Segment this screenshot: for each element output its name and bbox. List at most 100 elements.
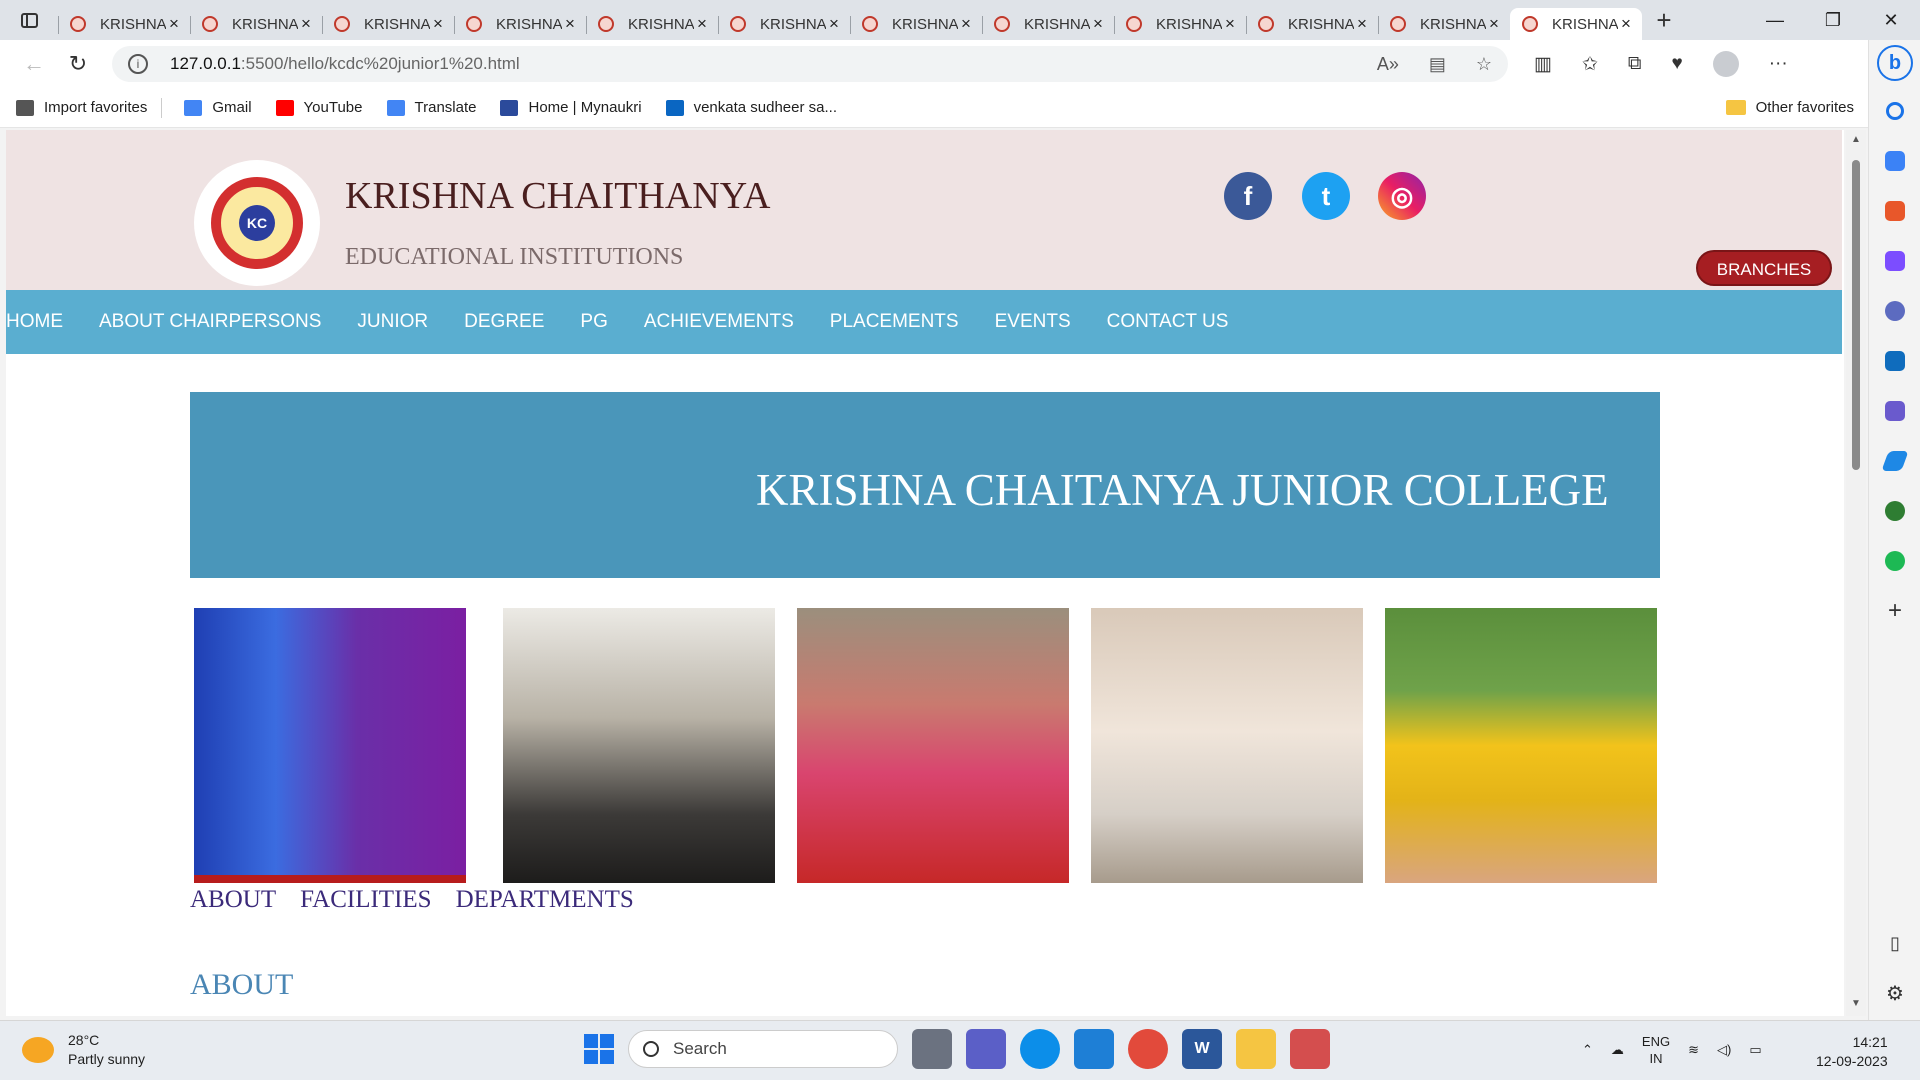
battery-icon[interactable]: ▭ [1749,1042,1761,1058]
browser-essentials-icon[interactable]: ♥ [1671,53,1682,75]
bookmark-item[interactable]: Import favorites [16,99,147,116]
start-windows-icon[interactable] [584,1034,614,1064]
site-info-icon[interactable]: i [128,54,148,74]
close-tab-icon[interactable]: × [430,14,446,34]
restore-icon[interactable]: ❐ [1804,10,1862,31]
facebook-icon[interactable]: f [1224,172,1272,220]
taskbar-search[interactable]: Search [628,1030,898,1068]
nav-link-about-chairpersons[interactable]: ABOUT CHAIRPERSONS [99,311,321,333]
language-indicator[interactable]: ENG IN [1642,1033,1670,1067]
browser-tab[interactable]: KRISHNA × [586,8,718,40]
bookmark-item[interactable]: Gmail [184,99,252,116]
close-window-icon[interactable]: ✕ [1862,10,1920,31]
nav-link-placements[interactable]: PLACEMENTS [830,311,959,333]
profile-avatar[interactable] [1712,51,1739,77]
copilot-icon[interactable]: b [1869,40,1920,86]
browser-tab[interactable]: KRISHNA × [1510,8,1642,40]
favorite-star-icon[interactable]: ☆ [1476,54,1492,75]
close-tab-icon[interactable]: × [298,14,314,34]
games-icon[interactable] [1869,236,1920,286]
close-tab-icon[interactable]: × [1354,14,1370,34]
tab-actions-icon[interactable] [0,0,58,40]
browser-tab[interactable]: KRISHNA × [982,8,1114,40]
browser-tab[interactable]: KRISHNA × [1114,8,1246,40]
close-tab-icon[interactable]: × [562,14,578,34]
browser-tab[interactable]: KRISHNA × [58,8,190,40]
nav-link-junior[interactable]: JUNIOR [357,311,428,333]
close-tab-icon[interactable]: × [1618,14,1634,34]
branches-button[interactable]: BRANCHES [1696,250,1832,286]
vscode-icon[interactable] [1074,1029,1114,1069]
word-icon[interactable]: W [1182,1029,1222,1069]
chrome-icon[interactable] [1128,1029,1168,1069]
teams-chat-icon[interactable] [966,1029,1006,1069]
file-explorer-icon[interactable] [1236,1029,1276,1069]
tools-briefcase-icon[interactable] [1869,186,1920,236]
nav-link-contact-us[interactable]: CONTACT US [1107,311,1229,333]
weather-widget[interactable]: 28°C Partly sunny [22,1031,145,1069]
more-menu-icon[interactable]: ··· [1769,53,1788,75]
browser-tab[interactable]: KRISHNA × [190,8,322,40]
nav-link-events[interactable]: EVENTS [995,311,1071,333]
close-tab-icon[interactable]: × [694,14,710,34]
taskbar-clock[interactable]: 14:21 12-09-2023 [1816,1033,1888,1071]
other-favorites-button[interactable]: Other favorites [1725,99,1854,116]
close-tab-icon[interactable]: × [1222,14,1238,34]
browser-tab[interactable]: KRISHNA × [850,8,982,40]
close-tab-icon[interactable]: × [958,14,974,34]
onedrive-cloud-icon[interactable]: ☁ [1611,1042,1624,1058]
close-tab-icon[interactable]: × [826,14,842,34]
page-scrollbar[interactable]: ▲ ▼ [1846,130,1866,1016]
bookmark-item[interactable]: Home | Mynaukri [500,99,642,116]
scroll-up-icon[interactable]: ▲ [1851,134,1861,145]
tray-overflow-icon[interactable]: ⌃ [1582,1042,1593,1058]
twitter-icon[interactable]: t [1302,172,1350,220]
tree-icon[interactable] [1869,486,1920,536]
minimize-icon[interactable]: — [1746,10,1804,31]
back-icon[interactable]: ← [12,51,56,77]
refresh-icon[interactable]: ↻ [56,51,100,77]
send-icon[interactable] [1869,436,1920,486]
nav-link-degree[interactable]: DEGREE [464,311,544,333]
nav-link-pg[interactable]: PG [580,311,607,333]
browser-tab[interactable]: KRISHNA × [1246,8,1378,40]
designer-icon[interactable] [1869,386,1920,436]
immersive-reader-icon[interactable]: ▤ [1429,54,1446,75]
new-tab-button[interactable]: + [1642,5,1686,36]
outlook-icon[interactable] [1869,336,1920,386]
instagram-icon[interactable]: ◎ [1378,172,1426,220]
wifi-icon[interactable]: ≋ [1688,1042,1699,1058]
shopping-tag-icon[interactable] [1869,136,1920,186]
close-tab-icon[interactable]: × [166,14,182,34]
college-logo[interactable]: KC [194,160,320,286]
bookmark-item[interactable]: Translate [386,99,476,116]
spotify-icon[interactable] [1869,536,1920,586]
collections-icon[interactable]: ⧉ [1628,53,1642,75]
split-screen-icon[interactable]: ▥ [1534,53,1552,76]
task-view-icon[interactable] [912,1029,952,1069]
add-sidebar-app-icon[interactable]: + [1869,586,1920,636]
address-bar[interactable]: i 127.0.0.1:5500/hello/kcdc%20junior1%20… [112,46,1508,82]
settings-gear-icon[interactable]: ⚙ [1869,968,1920,1018]
browser-tab[interactable]: KRISHNA × [322,8,454,40]
volume-icon[interactable]: ◁) [1717,1042,1731,1058]
bookmark-item[interactable]: YouTube [275,99,363,116]
browser-tab[interactable]: KRISHNA × [454,8,586,40]
scroll-down-icon[interactable]: ▼ [1851,998,1861,1009]
nav-link-achievements[interactable]: ACHIEVEMENTS [644,311,794,333]
hide-sidebar-icon[interactable]: ▯ [1869,918,1920,968]
read-aloud-icon[interactable]: A» [1377,54,1399,75]
section-link-departments[interactable]: DEPARTMENTS [456,886,634,914]
bookmark-item[interactable]: venkata sudheer sa... [665,99,837,116]
microsoft365-icon[interactable] [1869,286,1920,336]
favorites-icon[interactable]: ✩ [1582,53,1598,76]
search-icon[interactable] [1869,86,1920,136]
section-link-about[interactable]: ABOUT [190,886,276,914]
browser-tab[interactable]: KRISHNA × [718,8,850,40]
edge-browser-icon[interactable] [1020,1029,1060,1069]
snipping-tool-icon[interactable] [1290,1029,1330,1069]
browser-tab[interactable]: KRISHNA × [1378,8,1510,40]
close-tab-icon[interactable]: × [1090,14,1106,34]
scroll-thumb[interactable] [1852,160,1860,470]
section-link-facilities[interactable]: FACILITIES [300,886,431,914]
